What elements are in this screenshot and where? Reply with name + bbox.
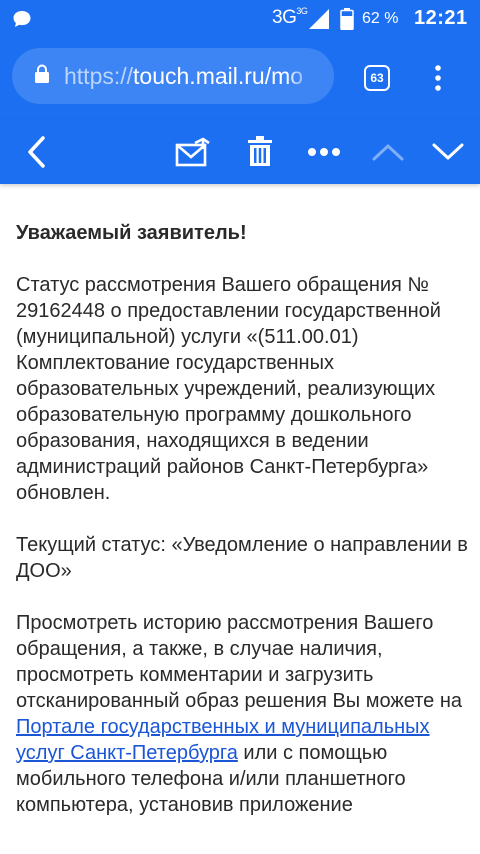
- message-body: Уважаемый заявитель! Статус рассмотрения…: [16, 220, 468, 844]
- trash-icon[interactable]: [240, 120, 280, 184]
- signal-icon: [307, 8, 331, 35]
- url-field[interactable]: https://touch.mail.ru/mo: [12, 48, 334, 104]
- message-paragraph-current-status: Текущий статус: «Уведомление о направлен…: [16, 534, 468, 582]
- battery-percent: 62 %: [362, 10, 399, 27]
- network-type-label: 3G3G: [272, 5, 308, 29]
- url-text: https://touch.mail.ru/mo: [64, 63, 316, 90]
- chevron-up-icon[interactable]: [366, 120, 410, 184]
- chevron-down-icon[interactable]: [426, 120, 470, 184]
- message-greeting: Уважаемый заявитель!: [16, 222, 247, 244]
- back-icon[interactable]: [16, 120, 56, 184]
- message-paragraph-instructions: Просмотреть историю рассмотрения Вашего …: [16, 610, 468, 818]
- mail-toolbar: [0, 120, 480, 184]
- status-bar: 3G3G 62 % 12:21: [0, 0, 480, 38]
- network-type-text: 3G: [272, 7, 297, 28]
- more-icon[interactable]: [302, 120, 346, 184]
- lock-icon: [34, 64, 50, 89]
- battery-icon: [340, 8, 354, 35]
- url-protocol: https://: [64, 62, 134, 89]
- message-paragraph-status: Статус рассмотрения Вашего обращения № 2…: [16, 274, 441, 504]
- chat-notification-icon: [12, 9, 32, 34]
- tab-switcher-button[interactable]: 63: [364, 65, 390, 91]
- move-mail-icon[interactable]: [172, 120, 214, 184]
- clock-time: 12:21: [414, 7, 468, 29]
- url-host: touch.mail.ru/mo: [133, 62, 304, 89]
- browser-menu-icon[interactable]: [428, 64, 448, 97]
- instructions-text-before: Просмотреть историю рассмотрения Вашего …: [16, 612, 462, 712]
- browser-address-area: https://touch.mail.ru/mo 63: [0, 38, 480, 120]
- network-type-sup: 3G: [296, 5, 308, 16]
